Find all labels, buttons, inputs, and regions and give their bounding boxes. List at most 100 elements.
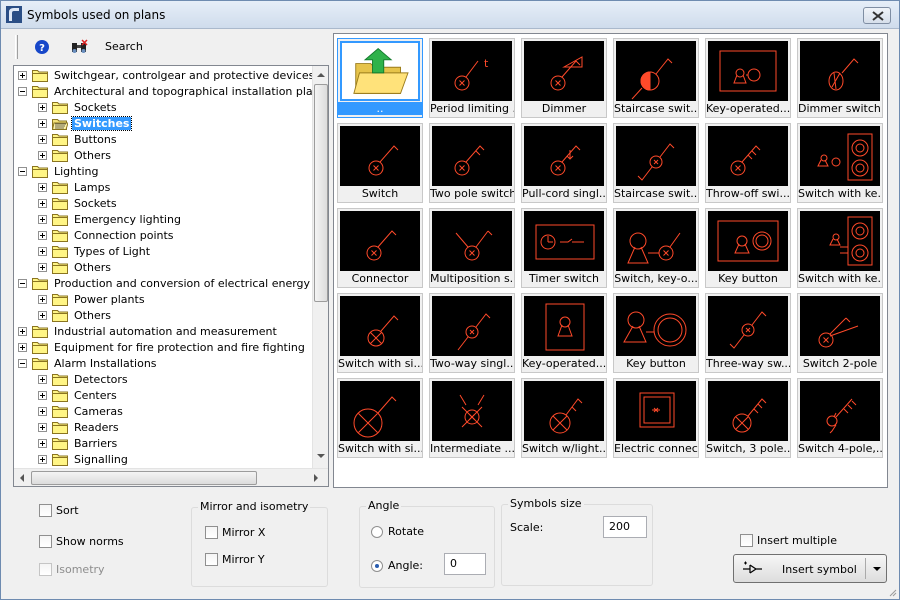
expand-icon[interactable] — [38, 230, 47, 240]
chevron-down-icon[interactable] — [873, 567, 881, 571]
symbol-tile[interactable]: Electric connect — [613, 378, 699, 458]
sort-checkbox-box[interactable] — [39, 504, 52, 517]
tree-item[interactable]: Others — [38, 259, 113, 275]
collapse-icon[interactable] — [18, 166, 27, 176]
expand-icon[interactable] — [38, 198, 47, 208]
tree-item[interactable]: Sockets — [38, 99, 119, 115]
tree-item[interactable]: Signalling — [38, 451, 130, 467]
category-tree[interactable]: Signalling Barriers Readers Cameras Centers D… — [13, 65, 329, 487]
collapse-icon[interactable] — [18, 86, 27, 96]
symbol-tile[interactable]: Multiposition s... — [429, 208, 515, 288]
symbol-tile[interactable]: Three-way sw... — [705, 293, 791, 373]
symbol-tile[interactable]: Two-way singl... — [429, 293, 515, 373]
mirror-x-checkbox-box[interactable] — [205, 526, 218, 539]
symbol-tile[interactable]: Dimmer switch... — [797, 38, 883, 118]
expand-icon[interactable] — [38, 294, 47, 304]
symbol-tile[interactable]: Key button — [613, 293, 699, 373]
rotate-radio-dot[interactable] — [371, 525, 383, 538]
symbol-tile[interactable]: Key button — [705, 208, 791, 288]
expand-icon[interactable] — [38, 406, 47, 416]
symbol-tile[interactable]: Two pole switch — [429, 123, 515, 203]
expand-icon[interactable] — [38, 422, 47, 432]
symbol-tile[interactable]: Switch with ke... — [797, 208, 883, 288]
symbol-tile[interactable]: Connector — [337, 208, 423, 288]
symbol-grid[interactable]: .. t Period limiting ... Dimmer Staircase sw… — [333, 33, 888, 488]
symbol-tile[interactable]: Staircase swit... — [613, 38, 699, 118]
rotate-radio[interactable]: Rotate — [371, 525, 424, 538]
tree-item[interactable]: Lamps — [38, 179, 112, 195]
symbol-tile[interactable]: t Period limiting ... — [429, 38, 515, 118]
symbol-tile[interactable]: Dimmer — [521, 38, 607, 118]
collapse-icon[interactable] — [18, 278, 27, 288]
tree-item[interactable]: Emergency lighting — [38, 211, 183, 227]
expand-icon[interactable] — [18, 70, 27, 80]
symbol-tile[interactable]: Switch — [337, 123, 423, 203]
insert-multiple-checkbox-box[interactable] — [740, 534, 753, 547]
search-button[interactable] — [70, 38, 88, 56]
expand-icon[interactable] — [38, 454, 47, 464]
tree-item[interactable]: Buttons — [38, 131, 119, 147]
insert-multiple-checkbox[interactable]: Insert multiple — [740, 534, 837, 547]
show-norms-checkbox-box[interactable] — [39, 535, 52, 548]
expand-icon[interactable] — [38, 262, 47, 272]
angle-input[interactable]: 0 — [444, 553, 486, 575]
tree-item[interactable]: Lighting — [18, 163, 100, 179]
symbol-tile[interactable]: Switch, key-o... — [613, 208, 699, 288]
scroll-right-arrow[interactable] — [314, 474, 322, 482]
search-label[interactable]: Search — [105, 40, 143, 53]
expand-icon[interactable] — [38, 182, 47, 192]
tree-item[interactable]: Equipment for fire protection and fire f… — [18, 339, 307, 355]
symbol-tile[interactable]: Timer switch — [521, 208, 607, 288]
tree-item[interactable]: Cameras — [38, 403, 125, 419]
expand-icon[interactable] — [18, 326, 27, 336]
symbol-tile[interactable]: Throw-off swi... — [705, 123, 791, 203]
symbol-tile[interactable]: Staircase swit... — [613, 123, 699, 203]
tree-horizontal-scroll-thumb[interactable] — [31, 471, 257, 485]
tree-item[interactable]: Readers — [38, 419, 121, 435]
expand-icon[interactable] — [38, 118, 47, 128]
symbol-tile[interactable]: Switch with ke... — [797, 123, 883, 203]
mirror-x-checkbox[interactable]: Mirror X — [205, 526, 265, 539]
expand-icon[interactable] — [38, 374, 47, 384]
angle-radio[interactable]: Angle: — [371, 559, 423, 572]
symbol-tile[interactable]: Switch with si... — [337, 378, 423, 458]
symbol-tile[interactable]: Switch with si... — [337, 293, 423, 373]
tree-item[interactable]: Power plants — [38, 291, 147, 307]
tree-item[interactable]: Types of Light — [38, 243, 152, 259]
expand-icon[interactable] — [38, 438, 47, 448]
tree-vertical-scroll-thumb[interactable] — [314, 84, 328, 302]
mirror-y-checkbox[interactable]: Mirror Y — [205, 553, 265, 566]
tree-item[interactable]: Sockets — [38, 195, 119, 211]
expand-icon[interactable] — [38, 150, 47, 160]
symbol-tile[interactable]: Switch, 3 pole... — [705, 378, 791, 458]
expand-icon[interactable] — [38, 390, 47, 400]
symbol-tile[interactable]: Key-operated... — [705, 38, 791, 118]
resize-grip-icon[interactable] — [887, 587, 897, 597]
tree-item[interactable]: Connection points — [38, 227, 176, 243]
symbol-tile[interactable]: Switch 2-pole — [797, 293, 883, 373]
collapse-icon[interactable] — [18, 358, 27, 368]
tree-item[interactable]: Barriers — [38, 435, 119, 451]
symbol-tile[interactable]: Switch 4-pole,... — [797, 378, 883, 458]
tree-item[interactable]: Centers — [38, 387, 119, 403]
scroll-up-arrow[interactable] — [317, 69, 325, 77]
sort-checkbox[interactable]: Sort — [39, 504, 79, 517]
symbol-tile[interactable]: Switch w/light... — [521, 378, 607, 458]
expand-icon[interactable] — [38, 214, 47, 224]
tree-item[interactable]: Switches — [38, 115, 133, 131]
expand-icon[interactable] — [38, 102, 47, 112]
close-button[interactable] — [863, 7, 891, 24]
expand-icon[interactable] — [18, 342, 27, 352]
expand-icon[interactable] — [38, 134, 47, 144]
tree-item[interactable]: Others — [38, 307, 113, 323]
tree-item[interactable]: Detectors — [38, 371, 130, 387]
mirror-y-checkbox-box[interactable] — [205, 553, 218, 566]
tree-item[interactable]: Production and conversion of electrical … — [18, 275, 312, 291]
insert-symbol-button[interactable]: Insert symbol — [733, 554, 887, 583]
tree-item[interactable]: Switchgear, controlgear and protective d… — [18, 67, 316, 83]
tree-vertical-scrollbar[interactable] — [312, 66, 328, 468]
symbol-tile[interactable]: Intermediate ... — [429, 378, 515, 458]
angle-radio-dot[interactable] — [371, 559, 383, 572]
scroll-left-arrow[interactable] — [16, 474, 24, 482]
tree-item[interactable]: Industrial automation and measurement — [18, 323, 279, 339]
